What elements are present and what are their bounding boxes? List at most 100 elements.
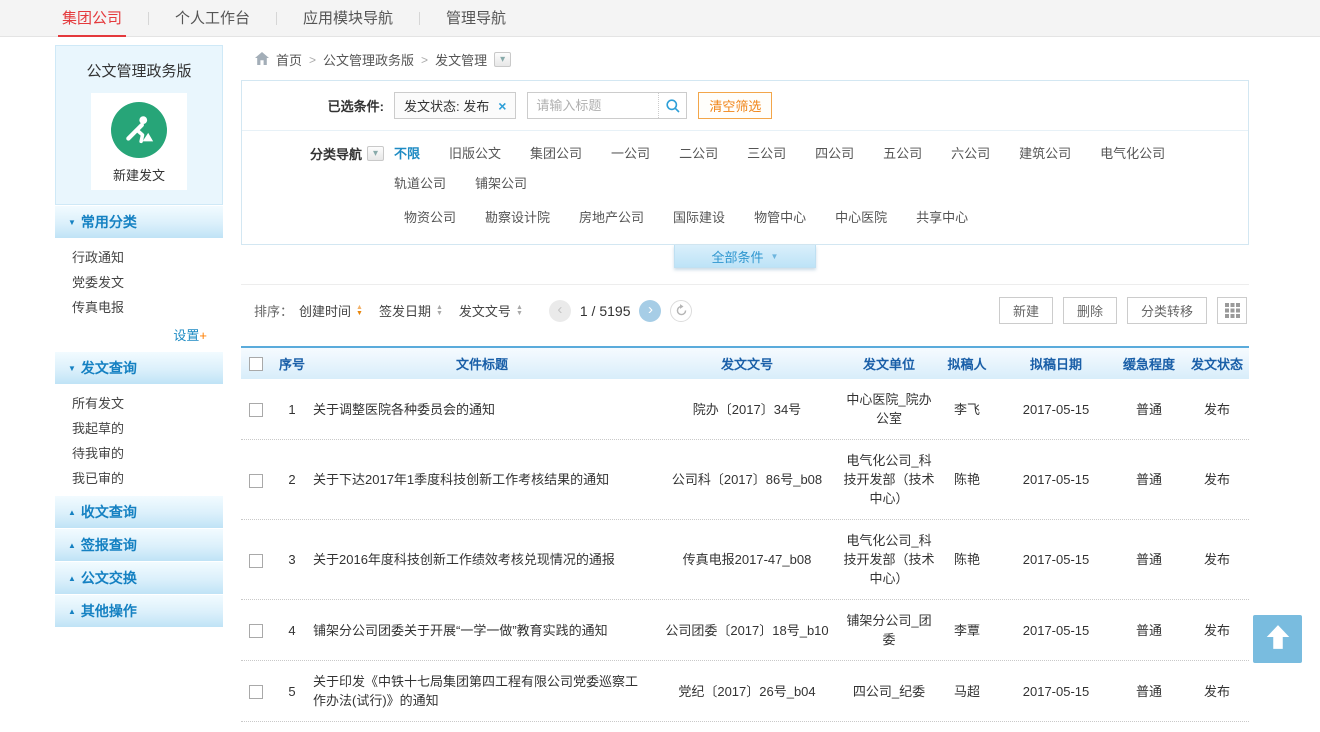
- category-item[interactable]: 二公司: [679, 144, 718, 164]
- category-item[interactable]: 共享中心: [916, 208, 968, 228]
- close-icon[interactable]: [498, 99, 506, 113]
- doc-title-link[interactable]: 关于2016年度科技创新工作绩效考核兑现情况的通报: [313, 550, 651, 569]
- new-button[interactable]: 新建: [999, 297, 1053, 324]
- sort-arrows-icon: [436, 305, 443, 317]
- row-number: 4: [271, 621, 313, 640]
- sidebar-item-party-doc[interactable]: 党委发文: [55, 270, 223, 295]
- doc-unit: 电气化公司_科技开发部（技术中心）: [843, 531, 935, 588]
- doc-urgency: 普通: [1113, 621, 1185, 640]
- table-row: 2 关于下达2017年1季度科技创新工作考核结果的通知 公司科〔2017〕86号…: [241, 440, 1249, 520]
- category-item[interactable]: 轨道公司: [394, 174, 446, 194]
- sidebar-item-fax-telegram[interactable]: 传真电报: [55, 295, 223, 320]
- doc-title-link[interactable]: 关于下达2017年1季度科技创新工作考核结果的通知: [313, 470, 651, 489]
- all-conditions-button[interactable]: 全部条件: [674, 245, 816, 268]
- category-item[interactable]: 物资公司: [404, 208, 456, 228]
- sidebar-section-common-categories[interactable]: 常用分类: [55, 205, 223, 238]
- sort-by-doc-number[interactable]: 发文文号: [459, 301, 523, 320]
- sidebar-section-doc-exchange[interactable]: 公文交换: [55, 561, 223, 594]
- row-checkbox[interactable]: [249, 474, 263, 488]
- sidebar-item-reviewed-by-me[interactable]: 我已审的: [55, 466, 223, 491]
- table-row: 4 铺架分公司团委关于开展“一学一做”教育实践的通知 公司团委〔2017〕18号…: [241, 600, 1249, 661]
- sidebar-item-admin-notice[interactable]: 行政通知: [55, 245, 223, 270]
- doc-title-link[interactable]: 铺架分公司团委关于开展“一学一做”教育实践的通知: [313, 621, 651, 640]
- breadcrumb-level1[interactable]: 公文管理政务版: [323, 50, 414, 69]
- sort-arrows-icon: [356, 305, 363, 317]
- doc-status: 发布: [1185, 400, 1249, 419]
- doc-title-link[interactable]: 关于调整医院各种委员会的通知: [313, 400, 651, 419]
- title-search-input[interactable]: [528, 98, 658, 113]
- clear-filters-button[interactable]: 清空筛选: [698, 92, 772, 119]
- doc-title-link[interactable]: 关于印发《中铁十七局集团第四工程有限公司党委巡察工作办法(试行)》的通知: [313, 672, 651, 710]
- nav-item-app-modules[interactable]: 应用模块导航: [277, 0, 419, 37]
- sidebar-section-incoming-query[interactable]: 收文查询: [55, 495, 223, 528]
- nav-item-admin-nav[interactable]: 管理导航: [420, 0, 532, 37]
- row-checkbox[interactable]: [249, 554, 263, 568]
- breadcrumb-dropdown-icon[interactable]: [494, 52, 511, 67]
- row-checkbox[interactable]: [249, 685, 263, 699]
- row-checkbox[interactable]: [249, 403, 263, 417]
- category-item[interactable]: 一公司: [611, 144, 650, 164]
- category-item[interactable]: 房地产公司: [579, 208, 644, 228]
- settings-link[interactable]: 设置: [173, 328, 199, 343]
- doc-drafter: 陈艳: [935, 550, 999, 569]
- refresh-icon[interactable]: [670, 300, 692, 322]
- doc-date: 2017-05-15: [999, 682, 1113, 701]
- sort-by-issue-date-label: 签发日期: [379, 301, 431, 320]
- sort-by-create-time[interactable]: 创建时间: [299, 301, 363, 320]
- header-status: 发文状态: [1185, 354, 1249, 373]
- category-nav-dropdown-icon[interactable]: [367, 146, 384, 161]
- home-icon[interactable]: [255, 52, 269, 68]
- category-item[interactable]: 中心医院: [835, 208, 887, 228]
- filter-tag-text: 发文状态: 发布: [404, 96, 489, 115]
- grid-view-icon[interactable]: [1217, 297, 1247, 324]
- sidebar-app-panel: 公文管理政务版 新建发文: [55, 45, 223, 205]
- category-item-unlimited[interactable]: 不限: [394, 144, 420, 164]
- doc-number: 院办〔2017〕34号: [651, 400, 843, 419]
- doc-number: 公司科〔2017〕86号_b08: [651, 470, 843, 489]
- doc-unit: 四公司_纪委: [843, 682, 935, 701]
- category-item[interactable]: 物管中心: [754, 208, 806, 228]
- sidebar-item-my-drafts[interactable]: 我起草的: [55, 416, 223, 441]
- sidebar-section-other-operations[interactable]: 其他操作: [55, 594, 223, 627]
- delete-button[interactable]: 删除: [1063, 297, 1117, 324]
- doc-status: 发布: [1185, 550, 1249, 569]
- sidebar-section-outgoing-query[interactable]: 发文查询: [55, 351, 223, 384]
- settings-plus-icon[interactable]: +: [199, 328, 207, 343]
- category-item[interactable]: 五公司: [883, 144, 922, 164]
- category-item[interactable]: 四公司: [815, 144, 854, 164]
- sort-label: 排序：: [254, 301, 293, 320]
- main-content: 首页 > 公文管理政务版 > 发文管理 已选条件: 发文状态: 发布: [241, 45, 1249, 732]
- next-page-icon[interactable]: [639, 300, 661, 322]
- search-icon[interactable]: [658, 93, 686, 118]
- nav-item-group-company[interactable]: 集团公司: [36, 0, 148, 37]
- category-item[interactable]: 建筑公司: [1019, 144, 1071, 164]
- category-item[interactable]: 电气化公司: [1100, 144, 1165, 164]
- row-checkbox[interactable]: [249, 624, 263, 638]
- select-all-checkbox[interactable]: [249, 357, 263, 371]
- sidebar-item-pending-my-review[interactable]: 待我审的: [55, 441, 223, 466]
- breadcrumb-level2[interactable]: 发文管理: [435, 50, 487, 69]
- table-row: 5 关于印发《中铁十七局集团第四工程有限公司党委巡察工作办法(试行)》的通知 党…: [241, 661, 1249, 722]
- row-number: 5: [271, 682, 313, 701]
- breadcrumb-separator: >: [309, 53, 316, 67]
- sidebar-section-sign-report-query[interactable]: 签报查询: [55, 528, 223, 561]
- new-doc-button[interactable]: 新建发文: [91, 93, 187, 190]
- back-to-top-button[interactable]: [1253, 615, 1302, 663]
- category-item[interactable]: 铺架公司: [475, 174, 527, 194]
- category-item[interactable]: 六公司: [951, 144, 990, 164]
- breadcrumb: 首页 > 公文管理政务版 > 发文管理: [241, 45, 1249, 80]
- breadcrumb-home[interactable]: 首页: [276, 50, 302, 69]
- category-transfer-button[interactable]: 分类转移: [1127, 297, 1207, 324]
- category-item[interactable]: 国际建设: [673, 208, 725, 228]
- sidebar-item-all-outgoing[interactable]: 所有发文: [55, 391, 223, 416]
- prev-page-icon[interactable]: [549, 300, 571, 322]
- category-item[interactable]: 勘察设计院: [485, 208, 550, 228]
- sort-by-issue-date[interactable]: 签发日期: [379, 301, 443, 320]
- category-item[interactable]: 集团公司: [530, 144, 582, 164]
- category-item[interactable]: 旧版公文: [449, 144, 501, 164]
- doc-status: 发布: [1185, 621, 1249, 640]
- doc-drafter: 陈艳: [935, 470, 999, 489]
- document-table: 序号 文件标题 发文文号 发文单位 拟稿人 拟稿日期 缓急程度 发文状态 1 关…: [241, 346, 1249, 732]
- nav-item-personal-workbench[interactable]: 个人工作台: [149, 0, 276, 37]
- category-item[interactable]: 三公司: [747, 144, 786, 164]
